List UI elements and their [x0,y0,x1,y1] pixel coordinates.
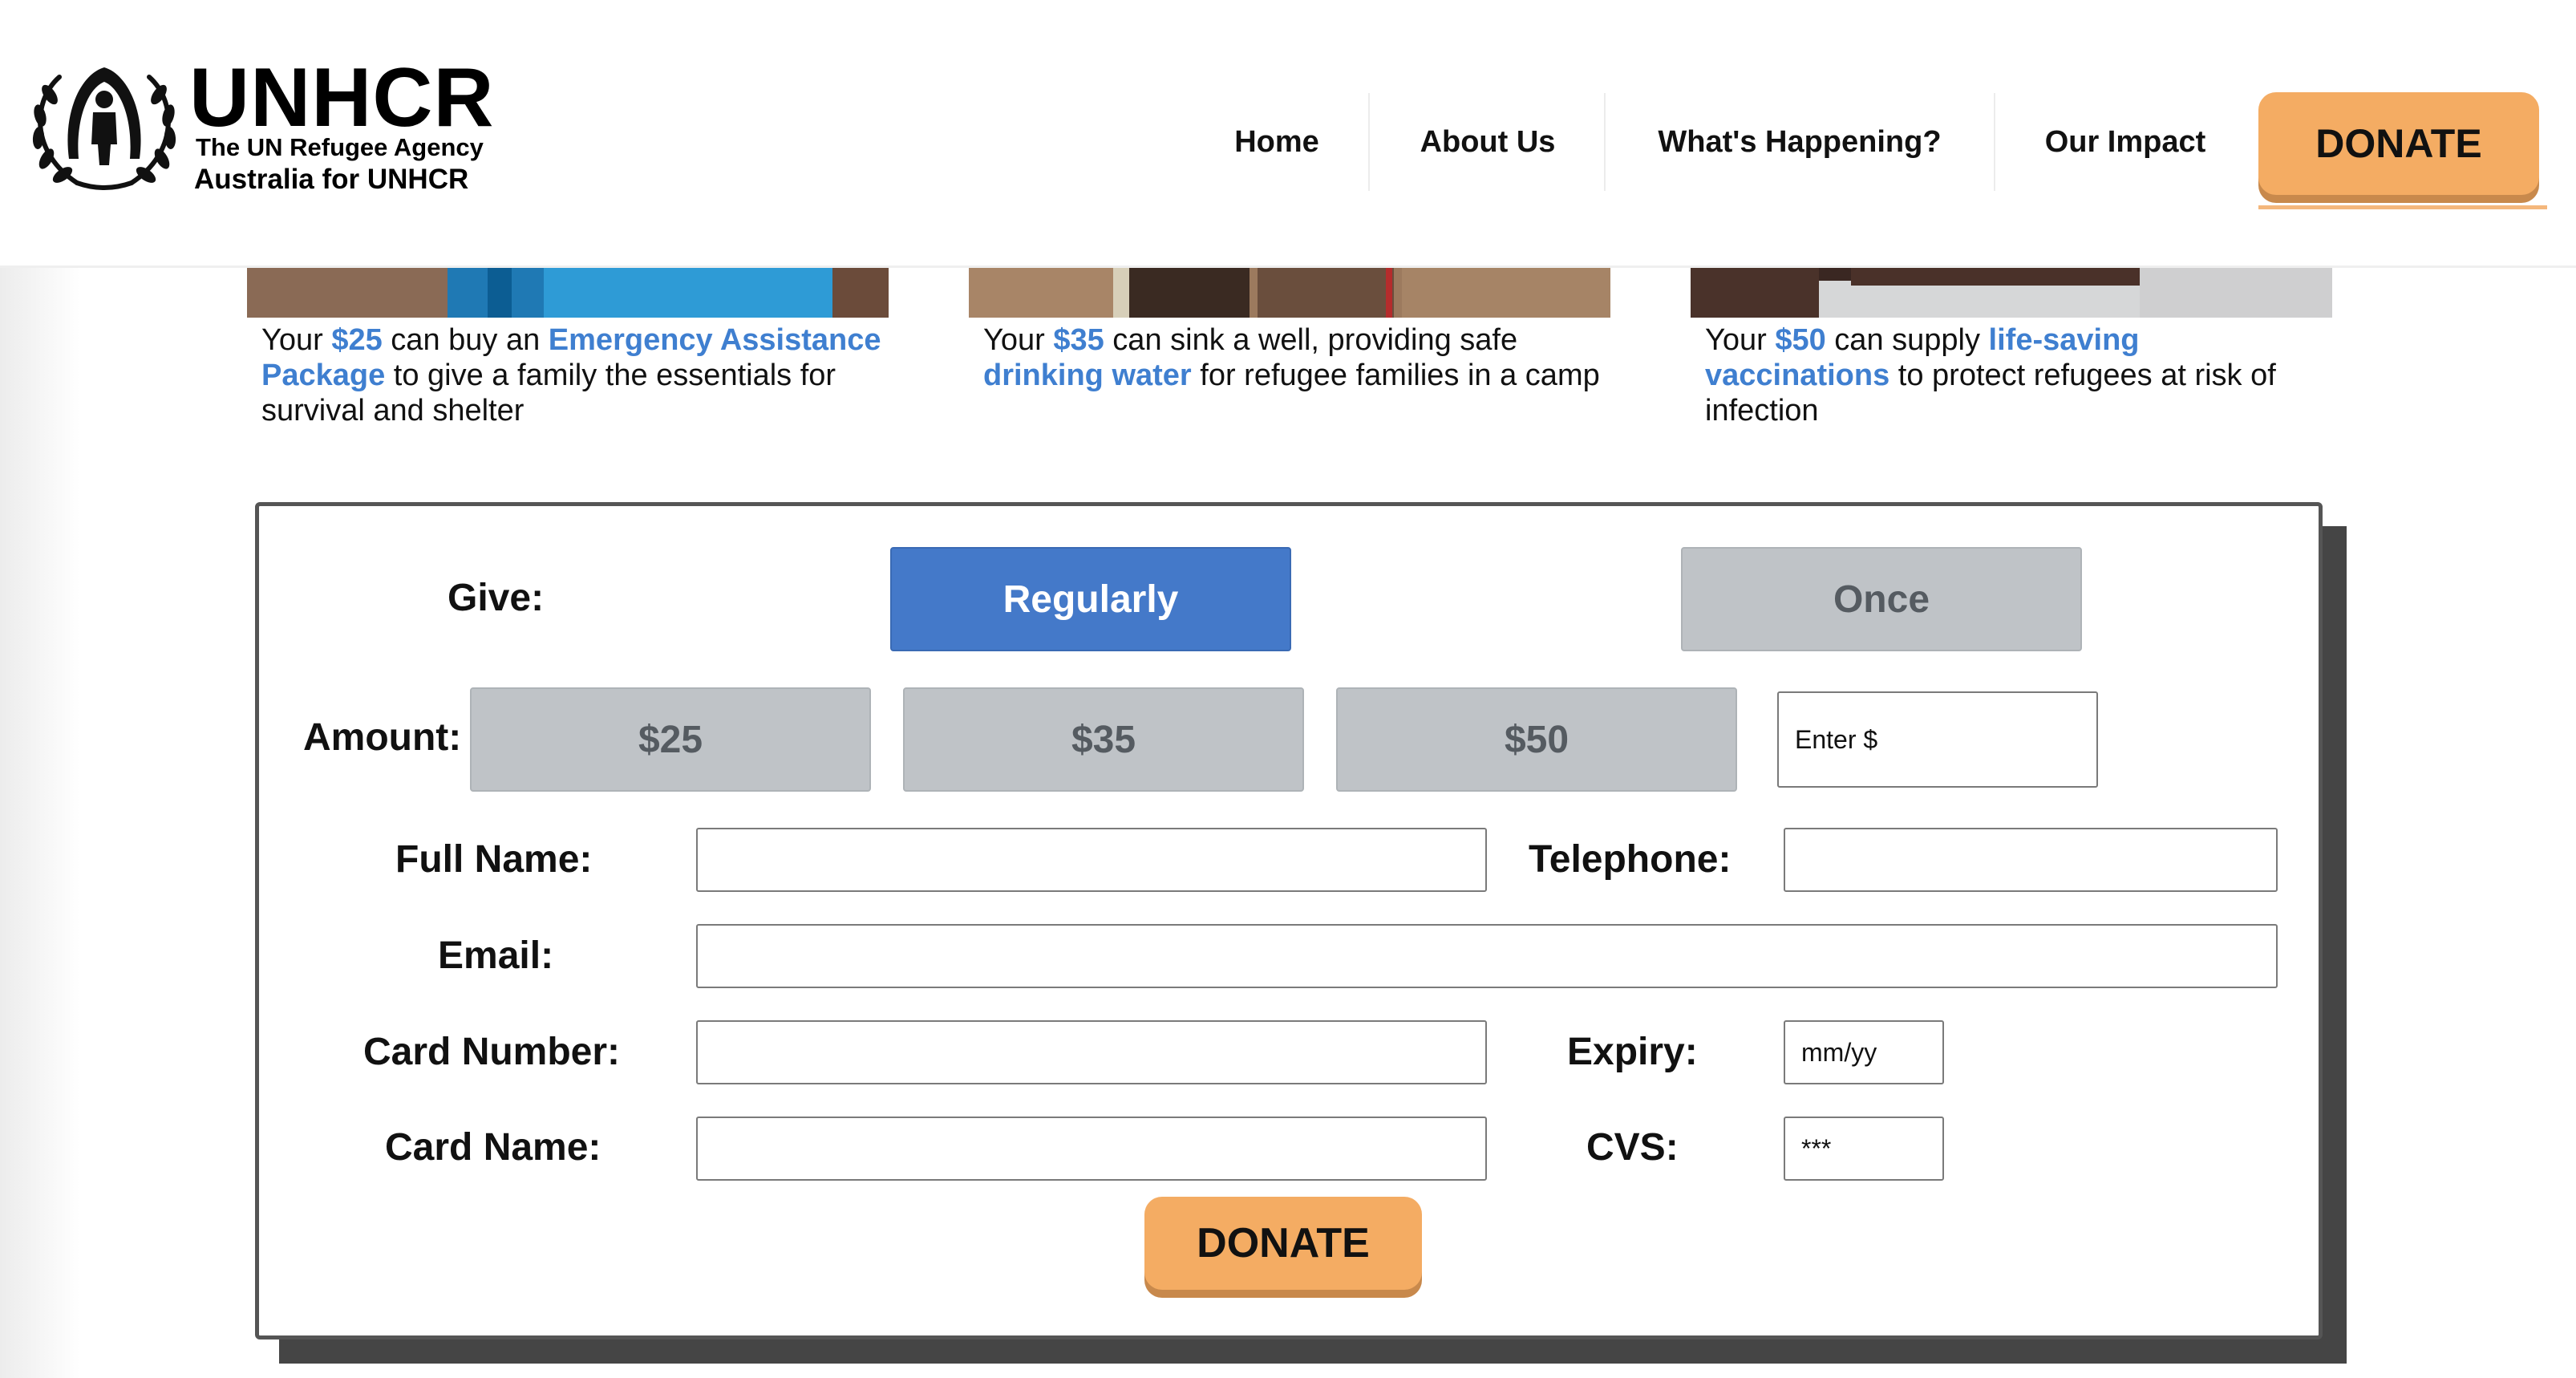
card-caption-emergency: Your $25 can buy an Emergency Assistance… [261,323,881,428]
custom-amount-input[interactable] [1777,691,2098,788]
unhcr-emblem-icon [32,67,176,190]
cvs-label: CVS: [1586,1126,1679,1169]
card-image-emergency [247,265,889,318]
card-photo-2 [969,265,1610,318]
give-label: Give: [448,577,545,619]
nav-about-us[interactable]: About Us [1371,90,1604,194]
card-number-input[interactable] [696,1020,1487,1084]
card-photo-3 [1691,265,2332,318]
card-number-label: Card Number: [363,1031,621,1073]
donate-underline [2258,205,2547,209]
amount-50-button[interactable]: $50 [1336,687,1737,792]
card-image-water [969,265,1610,318]
card-photo-1 [247,265,889,318]
telephone-input[interactable] [1784,828,2278,892]
cvs-input[interactable] [1784,1117,1944,1181]
amount-label: Amount: [303,716,462,759]
email-input[interactable] [696,924,2278,988]
drinking-water-link[interactable]: drinking water [983,359,1192,392]
header-donate-button[interactable]: DONATE [2258,92,2539,195]
card-name-input[interactable] [696,1117,1487,1181]
give-regularly-button[interactable]: Regularly [890,547,1291,651]
card-caption-water: Your $35 can sink a well, providing safe… [983,323,1600,392]
amount-25-button[interactable]: $25 [470,687,871,792]
nav-our-impact[interactable]: Our Impact [1997,90,2254,194]
expiry-input[interactable] [1784,1020,1944,1084]
expiry-label: Expiry: [1567,1031,1698,1073]
logo-title: UNHCR [189,51,495,144]
email-label: Email: [438,934,554,977]
form-donate-button[interactable]: DONATE [1144,1197,1422,1290]
unhcr-logo[interactable]: UNHCR The UN Refugee Agency Australia fo… [26,56,507,199]
card-image-vaccination [1691,265,2332,318]
site-header: UNHCR The UN Refugee Agency Australia fo… [0,0,2576,268]
nav-divider [1994,93,1995,191]
logo-subtitle: The UN Refugee Agency [196,133,484,161]
logo-tagline: Australia for UNHCR [194,164,469,195]
nav-home[interactable]: Home [1205,90,1349,194]
full-name-label: Full Name: [395,838,593,881]
card-name-label: Card Name: [385,1126,601,1169]
full-name-input[interactable] [696,828,1487,892]
nav-whats-happening[interactable]: What's Happening? [1606,90,1994,194]
card-caption-vaccination: Your $50 can supply life-saving vaccinat… [1705,323,2276,428]
nav-divider [1368,93,1370,191]
telephone-label: Telephone: [1529,838,1732,881]
amount-35-button[interactable]: $35 [903,687,1304,792]
give-once-button[interactable]: Once [1681,547,2082,651]
page-side-shade [0,265,80,1378]
